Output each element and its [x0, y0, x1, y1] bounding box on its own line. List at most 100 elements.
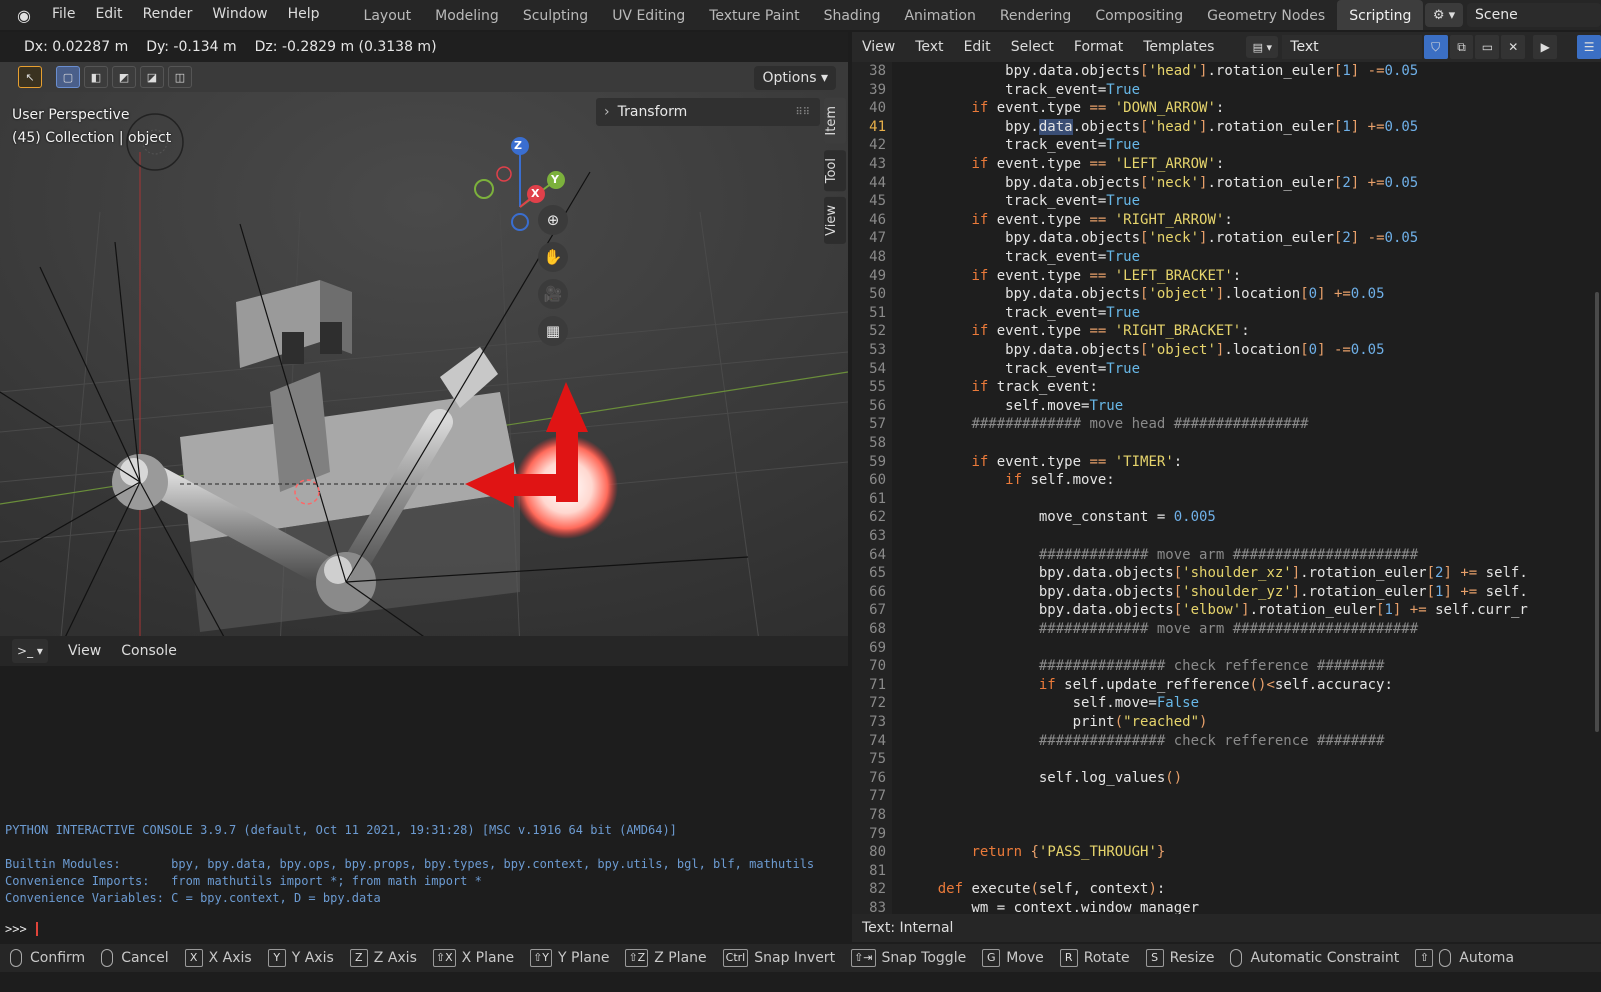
code-line[interactable]: 75 [852, 750, 1601, 769]
sidebar-tab-tool[interactable]: Tool [824, 149, 846, 191]
tab-rendering[interactable]: Rendering [988, 0, 1084, 30]
code-line[interactable]: 41 bpy.data.objects['head'].rotation_eul… [852, 118, 1601, 137]
code-line[interactable]: 82 def execute(self, context): [852, 880, 1601, 899]
code-line[interactable]: 50 bpy.data.objects['object'].location[0… [852, 285, 1601, 304]
code-line[interactable]: 77 [852, 787, 1601, 806]
code-line[interactable]: 67 bpy.data.objects['elbow'].rotation_eu… [852, 601, 1601, 620]
console-editor-type-icon[interactable]: >_ ▾ [12, 639, 48, 663]
line-numbers-toggle-icon[interactable]: ☰ [1577, 35, 1601, 59]
code-line[interactable]: 81 [852, 862, 1601, 881]
console-menu-view[interactable]: View [68, 643, 101, 659]
select-intersect-icon[interactable]: ◫ [168, 66, 192, 88]
code-line[interactable]: 39 track_event=True [852, 81, 1601, 100]
gizmo-x-label[interactable]: X [531, 187, 539, 200]
code-line[interactable]: 53 bpy.data.objects['object'].location[0… [852, 341, 1601, 360]
code-line[interactable]: 58 [852, 434, 1601, 453]
tab-shading[interactable]: Shading [812, 0, 893, 30]
zoom-icon[interactable]: ⊕ [538, 205, 568, 235]
menu-render[interactable]: Render [133, 0, 203, 30]
scene-selector[interactable]: ⚙ ▾ Scene [1425, 2, 1601, 28]
3d-viewport[interactable]: Z Y X Dx: 0.02287 m Dy: -0.134 m Dz: -0.… [0, 32, 848, 648]
code-line[interactable]: 70 ############### check refference ####… [852, 657, 1601, 676]
code-line[interactable]: 38 bpy.data.objects['head'].rotation_eul… [852, 62, 1601, 81]
sidebar-tab-item[interactable]: Item [824, 98, 846, 144]
code-line[interactable]: 76 self.log_values() [852, 769, 1601, 788]
code-line[interactable]: 54 track_event=True [852, 360, 1601, 379]
tab-scripting[interactable]: Scripting [1337, 0, 1424, 30]
tab-animation[interactable]: Animation [892, 0, 987, 30]
code-line[interactable]: 61 [852, 490, 1601, 509]
code-line[interactable]: 55 if track_event: [852, 378, 1601, 397]
code-line[interactable]: 72 self.move=False [852, 694, 1601, 713]
code-line[interactable]: 64 ############# move arm ##############… [852, 546, 1601, 565]
code-line[interactable]: 69 [852, 639, 1601, 658]
editor-menu-templates[interactable]: Templates [1133, 39, 1224, 55]
sidebar-tab-view[interactable]: View [824, 196, 846, 244]
code-line[interactable]: 60 if self.move: [852, 471, 1601, 490]
code-line[interactable]: 66 bpy.data.objects['shoulder_yz'].rotat… [852, 583, 1601, 602]
editor-scrollbar[interactable] [1595, 292, 1599, 732]
code-line[interactable]: 74 ############### check refference ####… [852, 732, 1601, 751]
code-line[interactable]: 73 print("reached") [852, 713, 1601, 732]
tab-compositing[interactable]: Compositing [1083, 0, 1195, 30]
console-menu-console[interactable]: Console [121, 643, 177, 659]
text-browse-icon[interactable]: ▤ ▾ [1246, 36, 1279, 58]
menu-edit[interactable]: Edit [85, 0, 132, 30]
menu-file[interactable]: File [42, 0, 85, 30]
scene-icon[interactable]: ⚙ ▾ [1425, 3, 1463, 27]
code-line[interactable]: 51 track_event=True [852, 304, 1601, 323]
code-line[interactable]: 78 [852, 806, 1601, 825]
run-script-icon[interactable]: ▶ [1533, 35, 1558, 59]
code-line[interactable]: 56 self.move=True [852, 397, 1601, 416]
tab-sculpting[interactable]: Sculpting [511, 0, 600, 30]
code-line[interactable]: 83 wm = context.window_manager [852, 899, 1601, 914]
tab-geometry-nodes[interactable]: Geometry Nodes [1195, 0, 1337, 30]
console-prompt[interactable]: >>> [5, 922, 38, 936]
tab-texture-paint[interactable]: Texture Paint [697, 0, 811, 30]
code-line[interactable]: 57 ############# move head #############… [852, 415, 1601, 434]
code-line[interactable]: 80 return {'PASS_THROUGH'} [852, 843, 1601, 862]
select-new-icon[interactable]: ▢ [56, 66, 80, 88]
editor-menu-edit[interactable]: Edit [954, 39, 1001, 55]
tab-layout[interactable]: Layout [352, 0, 424, 30]
transform-panel[interactable]: › Transform ⠿⠿ [596, 98, 820, 126]
camera-icon[interactable]: 🎥 [538, 279, 568, 309]
code-line[interactable]: 40 if event.type == 'DOWN_ARROW': [852, 99, 1601, 118]
scene-name[interactable]: Scene [1467, 3, 1601, 27]
editor-menu-format[interactable]: Format [1064, 39, 1133, 55]
code-area[interactable]: 38 bpy.data.objects['head'].rotation_eul… [852, 62, 1601, 914]
menu-help[interactable]: Help [278, 0, 330, 30]
code-line[interactable]: 43 if event.type == 'LEFT_ARROW': [852, 155, 1601, 174]
code-line[interactable]: 62 move_constant = 0.005 [852, 508, 1601, 527]
gizmo-y-label[interactable]: Y [551, 173, 559, 186]
code-line[interactable]: 49 if event.type == 'LEFT_BRACKET': [852, 267, 1601, 286]
select-tool-icon[interactable]: ↖ [18, 66, 42, 88]
open-folder-icon[interactable]: ▭ [1475, 35, 1500, 59]
code-line[interactable]: 65 bpy.data.objects['shoulder_xz'].rotat… [852, 564, 1601, 583]
gizmo-z-label[interactable]: Z [514, 139, 522, 152]
editor-menu-select[interactable]: Select [1001, 39, 1064, 55]
code-line[interactable]: 47 bpy.data.objects['neck'].rotation_eul… [852, 229, 1601, 248]
menu-window[interactable]: Window [202, 0, 277, 30]
code-line[interactable]: 45 track_event=True [852, 192, 1601, 211]
python-console[interactable]: >_ ▾ View Console PYTHON INTERACTIVE CON… [0, 636, 848, 942]
code-line[interactable]: 68 ############# move arm ##############… [852, 620, 1601, 639]
code-line[interactable]: 46 if event.type == 'RIGHT_ARROW': [852, 211, 1601, 230]
blender-logo-icon[interactable]: ◉ [12, 5, 36, 25]
pan-hand-icon[interactable]: ✋ [538, 242, 568, 272]
tab-modeling[interactable]: Modeling [423, 0, 511, 30]
text-name-field[interactable]: Text [1282, 35, 1422, 59]
perspective-grid-icon[interactable]: ▦ [538, 316, 568, 346]
select-subtract-icon[interactable]: ◩ [112, 66, 136, 88]
code-line[interactable]: 63 [852, 527, 1601, 546]
drag-grip-icon[interactable]: ⠿⠿ [795, 107, 810, 118]
duplicate-text-icon[interactable]: ⧉ [1449, 35, 1474, 59]
options-dropdown[interactable]: Options ▾ [754, 66, 836, 90]
code-line[interactable]: 71 if self.update_refference()<self.accu… [852, 676, 1601, 695]
code-line[interactable]: 79 [852, 825, 1601, 844]
tab-uv-editing[interactable]: UV Editing [600, 0, 697, 30]
code-line[interactable]: 48 track_event=True [852, 248, 1601, 267]
code-line[interactable]: 59 if event.type == 'TIMER': [852, 453, 1601, 472]
editor-menu-view[interactable]: View [852, 39, 905, 55]
code-line[interactable]: 44 bpy.data.objects['neck'].rotation_eul… [852, 174, 1601, 193]
